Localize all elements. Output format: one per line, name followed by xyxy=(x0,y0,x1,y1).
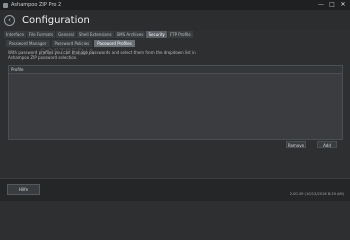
help-button[interactable]: Hilfe xyxy=(7,184,40,195)
profiles-list[interactable]: Profile xyxy=(8,65,343,140)
watermark-text: SOFTPEDIA xyxy=(40,48,95,58)
minimize-button[interactable]: — xyxy=(316,1,326,8)
close-button[interactable]: ✕ xyxy=(338,1,348,8)
settings-tabs: Interface File Formats General Shell Ext… xyxy=(4,31,193,38)
tab-security[interactable]: Security xyxy=(146,31,167,38)
remove-button[interactable]: Remove xyxy=(286,141,306,148)
tab-shell-extensions[interactable]: Shell Extensions xyxy=(76,31,114,38)
maximize-button[interactable]: □ xyxy=(327,1,337,8)
version-label: 2.00.39 (10/13/2016 8:29 AM) xyxy=(289,192,344,196)
window-controls: — □ ✕ xyxy=(316,1,348,8)
subtab-password-manager[interactable]: Password Manager xyxy=(6,40,50,47)
back-button[interactable]: ‹ xyxy=(4,14,15,26)
tab-interface[interactable]: Interface xyxy=(4,31,26,38)
tab-general[interactable]: General xyxy=(56,31,76,38)
subtab-password-profiles[interactable]: Password Profiles xyxy=(94,40,135,47)
subtab-password-policies[interactable]: Password Policies xyxy=(51,40,93,47)
tab-sms-archives[interactable]: SMS Archives xyxy=(114,31,146,38)
profiles-column-header[interactable]: Profile xyxy=(9,66,342,74)
page-title: Configuration xyxy=(22,14,90,26)
page-header: ‹ Configuration xyxy=(0,10,350,30)
back-arrow-icon: ‹ xyxy=(8,15,11,24)
window-titlebar: Ashampoo ZIP Pro 2 — □ ✕ xyxy=(0,0,350,10)
window-title: Ashampoo ZIP Pro 2 xyxy=(11,2,62,8)
add-button[interactable]: Add xyxy=(317,141,337,148)
profiles-description: With password profiles you can manage pa… xyxy=(8,50,196,60)
footer-bar: Hilfe 2.00.39 (10/13/2016 8:29 AM) xyxy=(0,178,350,201)
tab-ftp-profile[interactable]: FTP Profile xyxy=(167,31,193,38)
security-subtabs: Password Manager Password Policies Passw… xyxy=(6,40,135,47)
tab-file-formats[interactable]: File Formats xyxy=(26,31,56,38)
app-icon xyxy=(3,2,8,8)
